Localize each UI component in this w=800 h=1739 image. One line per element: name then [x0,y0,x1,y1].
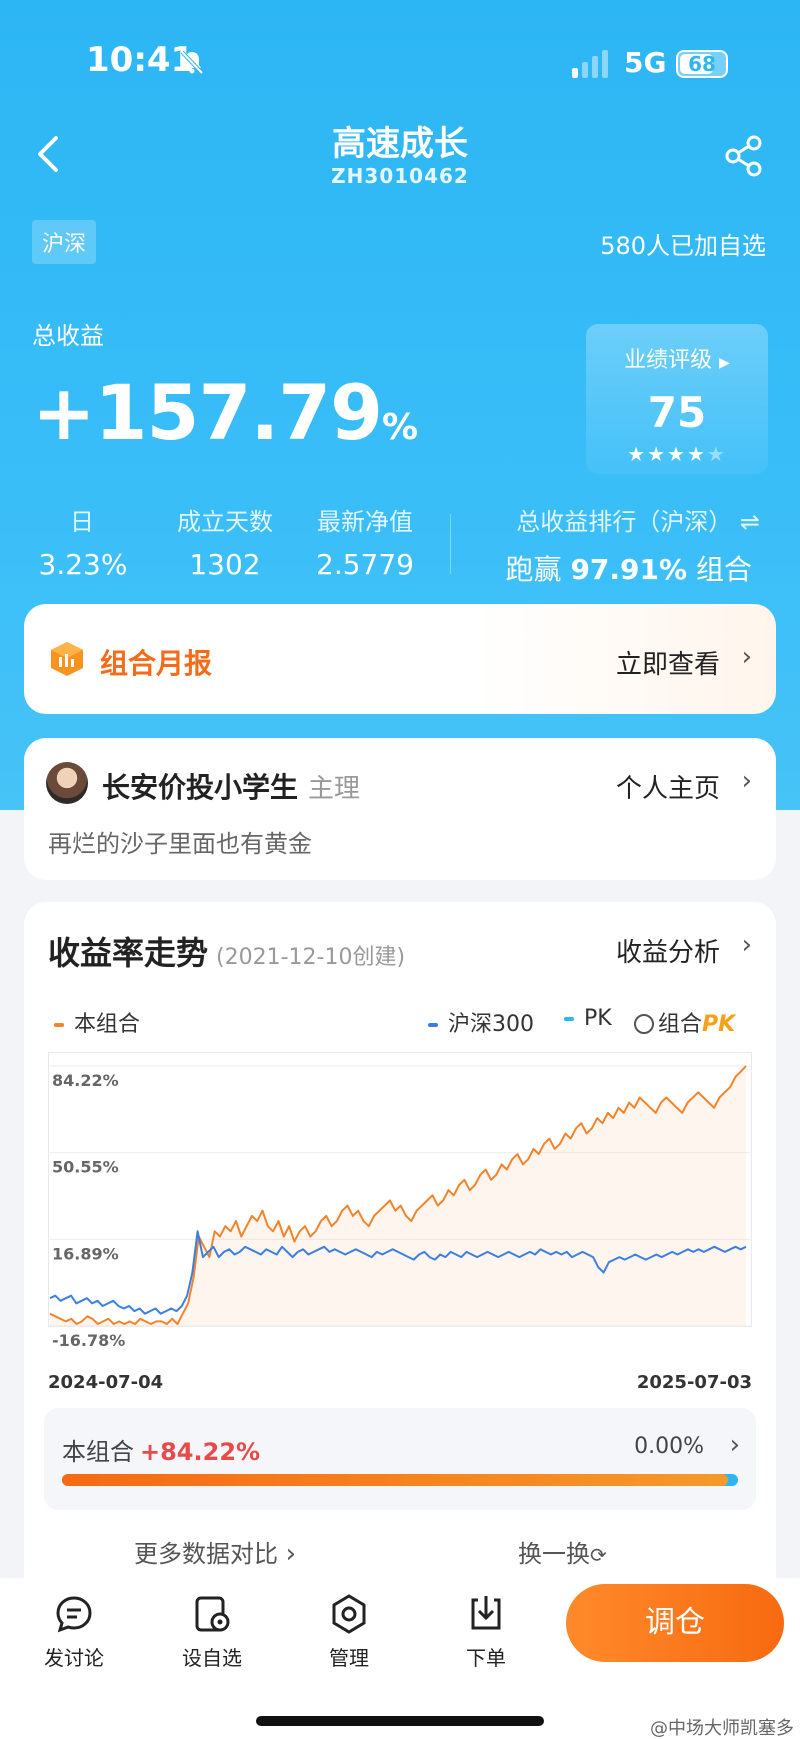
portfolio-code: ZH3010462 [331,164,469,188]
chevron-right-icon: › [741,642,752,672]
network-type: 5G [624,46,667,79]
return-trend-card: 收益率走势 (2021-12-10创建) 收益分析 › 本组合 沪深300 PK … [24,902,776,1602]
star-icon: ★ [627,442,648,466]
profile-link[interactable]: 个人主页 [616,768,720,805]
avatar[interactable] [46,762,88,804]
watchers-count: 580人已加自选 [600,232,766,260]
more-data-link[interactable]: 更多数据对比 › [134,1534,296,1569]
market-tag: 沪深 [32,220,97,264]
compare-right-value: 0.00% [634,1434,704,1459]
report-cube-icon [51,642,83,676]
view-report-link[interactable]: 立即查看 [616,644,720,681]
battery-icon: 68 [676,50,728,78]
bottom-tab-bar: 发讨论 设自选 管理 下单 调仓 @中场大师凯塞多 [0,1578,800,1739]
chevron-right-icon: › [741,766,752,796]
compare-bar [62,1474,738,1486]
days-value: 1302 [189,548,261,581]
chevron-right-icon: › [741,930,752,960]
pk-toggle[interactable]: 组合PK [634,1006,735,1038]
compare-value: +84.22% [140,1438,261,1466]
y-tick-label: 50.55% [52,1158,119,1177]
rebalance-button[interactable]: 调仓 [566,1584,784,1662]
rating-label: 业绩评级 ▶ [624,348,730,373]
rating-stars: ★★★★★ [586,442,768,466]
x-end-label: 2025-07-03 [636,1372,752,1393]
daily-return-label: 日 [70,508,94,536]
swap-link[interactable]: 换一换⟳ [518,1534,607,1569]
radio-icon[interactable] [634,1014,654,1034]
tab-manage[interactable]: 管理 [299,1592,399,1671]
refresh-icon[interactable]: ⟳ [590,1543,607,1567]
manager-name: 长安价投小学生 主理 [102,771,361,804]
total-return-value: +157.79% [32,368,418,457]
compare-bar-fill [62,1474,728,1486]
daily-return-value: 3.23% [38,548,128,581]
nav-label: 最新净值 [317,508,413,536]
total-return-number: +157.79 [32,368,383,457]
star-icon: ★ [706,442,727,466]
play-triangle-icon: ▶ [719,355,730,371]
star-icon: ★ [647,442,668,466]
share-icon[interactable] [722,134,766,178]
tab-order[interactable]: 下单 [436,1592,536,1671]
rank-label[interactable]: 总收益排行（沪深） ⇌ [516,502,760,537]
chat-bubble-icon [56,1596,92,1633]
home-indicator[interactable] [256,1716,544,1726]
watermark: @中场大师凯塞多 [650,1718,794,1739]
x-start-label: 2024-07-04 [48,1372,164,1393]
return-chart: 84.22% 50.55% 16.89% -16.78% [48,1052,752,1350]
manager-card[interactable]: 长安价投小学生 主理 个人主页 › 再烂的沙子里面也有黄金 [24,738,776,880]
star-icon: ★ [667,442,687,466]
legend-portfolio: 本组合 [54,1006,140,1038]
page-title: 高速成长 [332,124,468,164]
y-tick-label: 16.89% [52,1244,119,1263]
star-icon: ★ [686,442,707,466]
compare-row[interactable]: 本组合 +84.22% 0.00% › [44,1408,756,1510]
rank-value: 跑赢 97.91% 组合 [505,553,752,586]
trend-title: 收益率走势 (2021-12-10创建) [48,934,406,972]
compare-label: 本组合 +84.22% [62,1438,261,1466]
tab-watchlist[interactable]: 设自选 [162,1592,262,1671]
stats-divider [450,514,451,574]
rating-value: 75 [647,388,707,437]
battery-level: 68 [688,52,716,76]
chevron-right-icon: › [729,1430,740,1460]
manager-motto: 再烂的沙子里面也有黄金 [48,830,312,858]
monthly-report-card[interactable]: 组合月报 立即查看 › [24,604,776,714]
created-date: (2021-12-10创建) [216,945,406,970]
tab-discuss[interactable]: 发讨论 [24,1592,124,1671]
signal-icon [572,50,608,78]
swap-arrows-icon[interactable]: ⇌ [740,508,760,536]
days-label: 成立天数 [177,508,273,536]
total-return-unit: % [381,407,418,448]
total-return-label: 总收益 [32,322,104,350]
add-watch-icon [195,1596,230,1632]
y-tick-label: -16.78% [52,1331,125,1350]
manager-role: 主理 [308,774,361,804]
report-title: 组合月报 [100,647,213,680]
performance-rating-card[interactable]: 业绩评级 ▶ 75 ★★★★★ [586,324,768,474]
mute-bell-icon [180,50,204,75]
portfolio-area [50,1066,746,1326]
y-tick-label: 84.22% [52,1071,119,1090]
gear-icon [332,1594,366,1634]
legend-index: 沪深300 [428,1006,534,1038]
legend-pk: PK [564,1006,612,1031]
return-analysis-link[interactable]: 收益分析 [616,932,720,969]
download-order-icon [471,1596,501,1630]
nav-value: 2.5779 [316,548,414,581]
